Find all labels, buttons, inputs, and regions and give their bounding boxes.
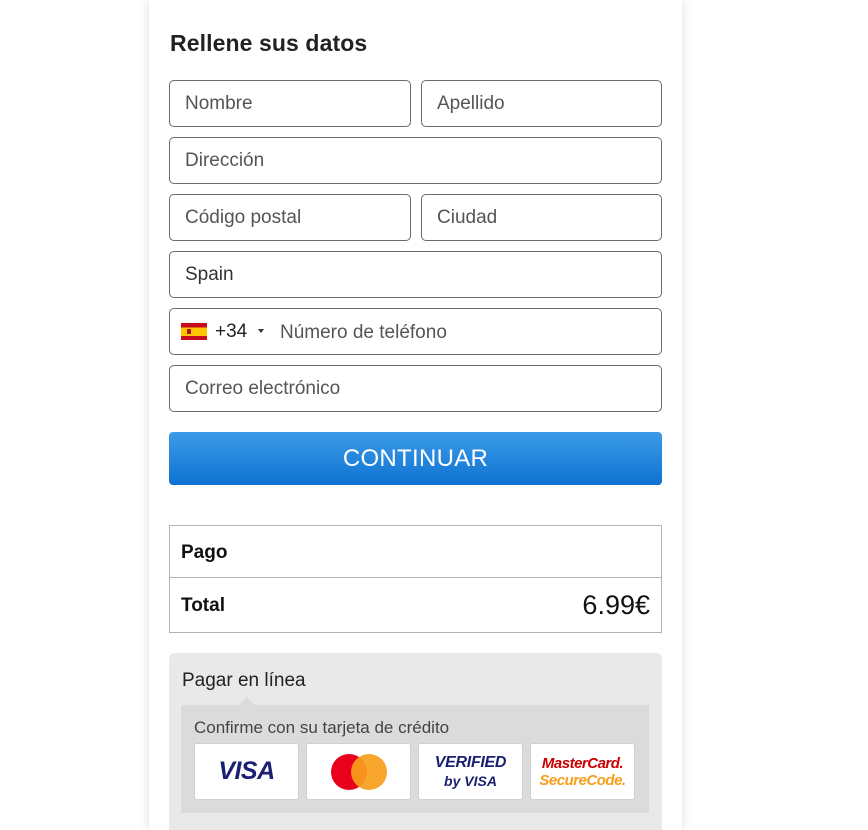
dial-code[interactable]: +34: [215, 321, 247, 343]
form-title: Rellene sus datos: [170, 30, 368, 56]
email-input[interactable]: [169, 365, 662, 412]
postal-code-input[interactable]: [169, 194, 411, 241]
mastercard-logo[interactable]: [306, 743, 411, 800]
payment-tab-title[interactable]: Pagar en línea: [182, 670, 306, 692]
card-confirm-box: Confirme con su tarjeta de crédito VISA …: [181, 697, 649, 813]
summary-row-payment: [170, 526, 661, 578]
first-name-input[interactable]: [169, 80, 411, 127]
continue-button[interactable]: CONTINUAR: [169, 432, 662, 485]
order-summary: Pago Total 6.99€: [169, 525, 662, 633]
mastercard-orange-circle: [351, 754, 387, 790]
spain-flag-icon[interactable]: [181, 323, 207, 340]
card-confirm-text: Confirme con su tarjeta de crédito: [194, 718, 450, 737]
caret-down-icon[interactable]: [258, 329, 264, 333]
tab-pointer: [239, 697, 255, 705]
mastercard-word: MasterCard.: [541, 755, 624, 772]
phone-input[interactable]: [278, 310, 652, 355]
by-visa-text: by VISA: [444, 773, 497, 789]
visa-logo[interactable]: VISA: [194, 743, 299, 800]
securecode-word: SecureCode.: [539, 772, 626, 789]
payment-label: Pago: [181, 542, 228, 563]
visa-text: VISA: [218, 757, 275, 785]
address-input[interactable]: [169, 137, 662, 184]
online-payment-panel: Pagar en línea Confirme con su tarjeta d…: [169, 653, 662, 830]
total-amount: 6.99€: [582, 590, 650, 620]
country-input[interactable]: [169, 251, 662, 298]
city-input[interactable]: [421, 194, 662, 241]
last-name-input[interactable]: [421, 80, 662, 127]
total-label: Total: [181, 595, 225, 616]
phone-field: +34: [169, 308, 662, 355]
mastercard-securecode-logo[interactable]: MasterCard. SecureCode.: [530, 743, 635, 800]
verified-by-visa-logo[interactable]: VERIFIED by VISA: [418, 743, 523, 800]
verified-text: VERIFIED: [434, 754, 507, 771]
